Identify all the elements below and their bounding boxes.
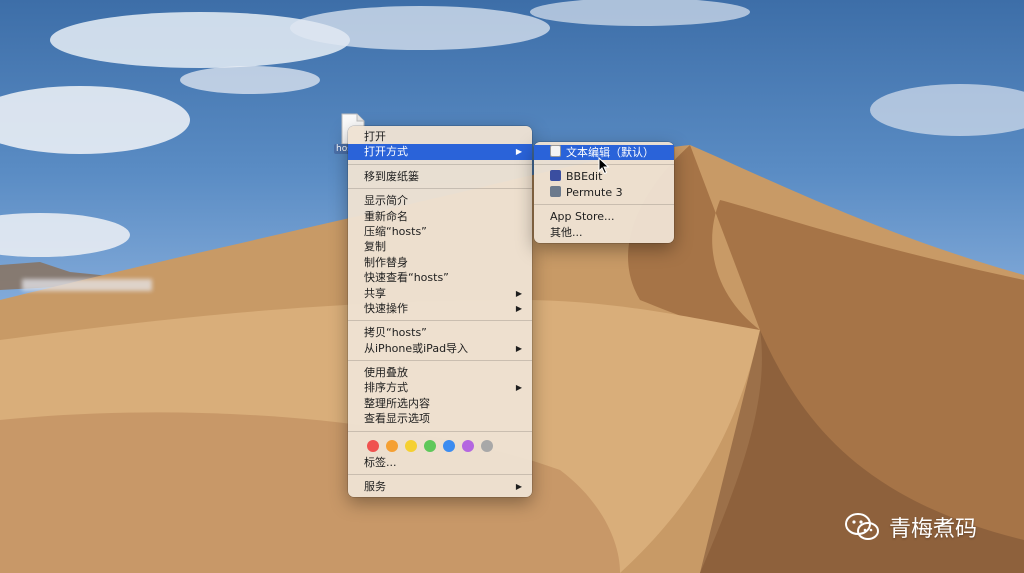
- menu-item-label: 制作替身: [364, 255, 408, 269]
- menu-item-quick-look[interactable]: 快速查看“hosts”: [348, 270, 532, 285]
- tag-green[interactable]: [424, 439, 436, 452]
- tag-yellow[interactable]: [405, 439, 417, 452]
- menu-separator: [534, 204, 674, 206]
- menu-item-label: 拷贝“hosts”: [364, 326, 427, 340]
- menu-item-label: 复制: [364, 240, 386, 254]
- tag-orange[interactable]: [386, 439, 398, 452]
- menu-item-tags[interactable]: 标签...: [348, 455, 532, 470]
- menu-item-label: 从iPhone或iPad导入: [364, 341, 469, 355]
- menu-item-label: 标签...: [364, 455, 397, 469]
- menu-item-copy[interactable]: 拷贝“hosts”: [348, 325, 532, 340]
- menu-item-get-info[interactable]: 显示简介: [348, 193, 532, 208]
- menu-item-quick-actions[interactable]: 快速操作 ▶: [348, 301, 532, 316]
- submenu-item-label: BBEdit: [566, 170, 603, 184]
- menu-item-services[interactable]: 服务 ▶: [348, 479, 532, 494]
- menu-item-show-view-options[interactable]: 查看显示选项: [348, 411, 532, 426]
- tag-gray[interactable]: [481, 439, 493, 452]
- tag-purple[interactable]: [462, 439, 474, 452]
- menu-separator: [348, 320, 532, 322]
- chevron-right-icon: ▶: [515, 343, 522, 353]
- menu-item-rename[interactable]: 重新命名: [348, 209, 532, 224]
- chevron-right-icon: ▶: [515, 482, 522, 492]
- chevron-right-icon: ▶: [515, 383, 522, 393]
- menu-separator: [348, 474, 532, 476]
- menu-separator: [348, 360, 532, 362]
- context-menu: 打开 打开方式 ▶ 移到废纸篓 显示简介 重新命名 压缩“hosts” 复制 制作…: [348, 126, 532, 498]
- menu-item-label: 排序方式: [364, 381, 408, 395]
- menu-item-label: 快速操作: [364, 301, 408, 315]
- menu-item-import-from-iphone[interactable]: 从iPhone或iPad导入 ▶: [348, 341, 532, 356]
- submenu-item-other[interactable]: 其他...: [534, 225, 674, 240]
- menu-item-share[interactable]: 共享 ▶: [348, 286, 532, 301]
- submenu-item-label: 文本编辑（默认）: [566, 146, 654, 159]
- menu-item-clean-up-selection[interactable]: 整理所选内容: [348, 396, 532, 411]
- menu-item-duplicate[interactable]: 复制: [348, 239, 532, 254]
- submenu-item-label: Permute 3: [566, 185, 623, 199]
- submenu-item-label: App Store...: [550, 210, 615, 224]
- menu-item-compress[interactable]: 压缩“hosts”: [348, 224, 532, 239]
- menu-separator: [348, 188, 532, 190]
- menu-item-label: 整理所选内容: [364, 396, 430, 410]
- menu-item-label: 打开方式: [364, 145, 408, 159]
- desktop: hosts 打开 打开方式▶ 移到废纸篓 显示简介 重新命名 压缩“hosts”…: [0, 0, 1024, 573]
- permute-icon: [550, 185, 561, 197]
- menu-item-label: 服务: [364, 480, 386, 494]
- menu-item-label: 共享: [364, 286, 386, 300]
- menu-item-label: 快速查看“hosts”: [364, 271, 449, 285]
- submenu-item-app-store[interactable]: App Store...: [534, 209, 674, 224]
- tag-colors: [348, 436, 532, 455]
- mouse-cursor-icon: [598, 157, 610, 175]
- menu-item-label: 打开: [364, 130, 386, 143]
- menu-item-label: 压缩“hosts”: [364, 224, 427, 238]
- tag-red[interactable]: [367, 439, 379, 452]
- menu-separator: [348, 163, 532, 165]
- chevron-right-icon: ▶: [515, 303, 522, 313]
- submenu-item-permute[interactable]: Permute 3: [534, 185, 674, 200]
- menu-item-open[interactable]: 打开: [348, 129, 532, 144]
- chevron-right-icon: ▶: [515, 288, 522, 298]
- menu-separator: [348, 430, 532, 432]
- menu-item-open-with[interactable]: 打开方式 ▶: [348, 144, 532, 160]
- menu-item-use-stacks[interactable]: 使用叠放: [348, 365, 532, 380]
- textedit-icon: [550, 145, 561, 157]
- chevron-right-icon: ▶: [515, 147, 522, 157]
- menu-item-label: 查看显示选项: [364, 412, 430, 426]
- menu-item-label: 显示简介: [364, 194, 408, 208]
- menu-item-label: 使用叠放: [364, 366, 408, 380]
- watermark-text: 青梅煮码: [889, 517, 978, 542]
- menu-item-sort-by[interactable]: 排序方式 ▶: [348, 380, 532, 395]
- wechat-icon: [845, 513, 879, 540]
- menu-item-label: 重新命名: [364, 209, 408, 223]
- blurred-text: [22, 279, 152, 291]
- bbedit-icon: [550, 170, 561, 182]
- menu-item-make-alias[interactable]: 制作替身: [348, 255, 532, 270]
- submenu-item-label: 其他...: [550, 225, 583, 239]
- tag-blue[interactable]: [443, 439, 455, 452]
- menu-item-move-to-trash[interactable]: 移到废纸篓: [348, 169, 532, 184]
- watermark: 青梅煮码: [845, 511, 977, 543]
- menu-item-label: 移到废纸篓: [364, 169, 419, 183]
